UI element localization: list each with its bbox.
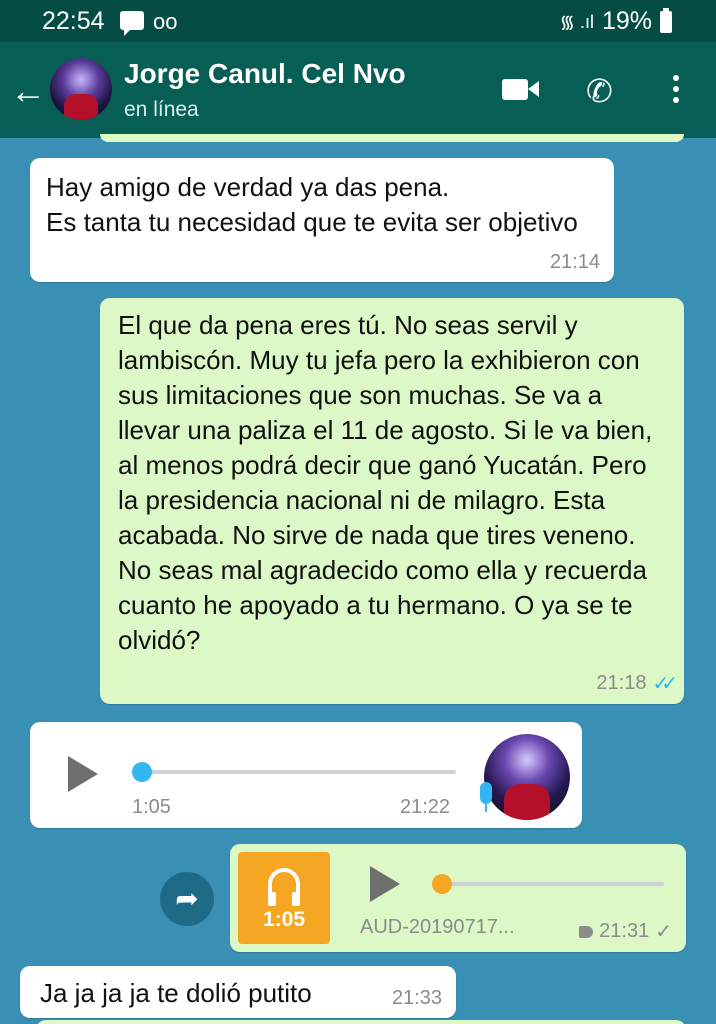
audio-progress-track[interactable] (440, 882, 664, 886)
message-bubble-incoming[interactable]: Ja ja ja ja te dolió putito 21:33 (20, 966, 456, 1018)
message-time: 21:31 (599, 920, 650, 942)
message-bubble-outgoing[interactable]: El que da pena eres tú. No seas servil y… (100, 298, 684, 704)
audio-duration: 1:05 (262, 908, 306, 931)
audio-file-tile: 1:05 (238, 852, 330, 944)
phone-call-icon[interactable]: ✆ (586, 72, 613, 110)
message-time: 21:22 (400, 796, 451, 818)
play-icon[interactable] (370, 866, 400, 902)
avatar-photo (64, 94, 98, 120)
message-bubble-incoming[interactable]: Hay amigo de verdad ya das pena. Es tant… (30, 158, 614, 282)
audio-progress-track[interactable] (142, 770, 456, 774)
message-time: 21:14 (549, 251, 600, 273)
voicemail-icon: oo (153, 9, 178, 34)
status-bar: 22:54 oo ᯾ .ıl 19% (0, 0, 716, 42)
contact-avatar[interactable] (50, 58, 112, 120)
sent-tick-icon: ✓ (655, 921, 672, 943)
battery-percent: 19% (601, 7, 652, 35)
message-text: Ja ja ja ja te dolió putito (40, 978, 312, 1008)
message-meta: 21:33 (392, 987, 442, 1010)
battery-icon (660, 7, 672, 33)
previous-message-edge (100, 134, 684, 142)
back-arrow-icon[interactable]: ← (10, 70, 46, 112)
contact-status: en línea (124, 98, 199, 121)
more-options-icon[interactable] (666, 72, 686, 108)
message-meta: 21:18 ✓✓ (596, 671, 677, 696)
forward-icon[interactable]: ➦ (160, 872, 214, 926)
avatar-photo (504, 784, 550, 820)
chat-header: ← Jorge Canul. Cel Nvo en línea ✆ (0, 42, 716, 138)
speaker-icon (579, 925, 594, 938)
audio-message-outgoing[interactable]: 1:05 AUD-20190717... 21:31 ✓ (230, 844, 686, 952)
headphones-icon (268, 868, 300, 906)
audio-filename: AUD-20190717... (360, 916, 515, 938)
message-time: 21:18 (596, 672, 647, 694)
microphone-icon (480, 782, 492, 812)
audio-progress-handle[interactable] (132, 762, 152, 782)
message-notification-icon (120, 11, 144, 36)
signal-icon: ᯾ .ıl (559, 11, 594, 32)
audio-duration: 1:05 (132, 796, 171, 818)
message-meta: 21:31 ✓ (579, 919, 672, 944)
voice-message-incoming[interactable]: 1:05 21:22 (30, 722, 582, 828)
sender-avatar (484, 734, 570, 820)
message-time: 21:33 (391, 987, 442, 1009)
message-text: Hay amigo de verdad ya das pena. Es tant… (46, 172, 578, 237)
contact-name[interactable]: Jorge Canul. Cel Nvo (124, 58, 406, 90)
message-meta: 21:14 (550, 251, 600, 274)
status-right: ᯾ .ıl 19% (560, 7, 672, 36)
play-icon[interactable] (68, 756, 98, 792)
video-call-icon[interactable] (502, 79, 539, 100)
chat-area[interactable]: Hay amigo de verdad ya das pena. Es tant… (0, 134, 716, 1024)
status-time: 22:54 (42, 7, 105, 35)
audio-progress-handle[interactable] (432, 874, 452, 894)
message-text: El que da pena eres tú. No seas servil y… (118, 310, 653, 655)
read-ticks-icon: ✓✓ (652, 673, 677, 695)
next-message-edge (36, 1020, 686, 1024)
